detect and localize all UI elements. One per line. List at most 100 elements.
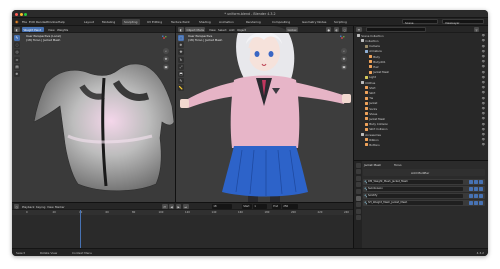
visibility-eye-icon[interactable]: 👁: [482, 81, 485, 84]
workspace-tab-compositing[interactable]: Compositing: [270, 19, 292, 24]
outliner-row[interactable]: Buttons: [365, 143, 380, 148]
visibility-eye-icon[interactable]: 👁: [482, 86, 485, 89]
outliner-row[interactable]: Scene Collection: [357, 34, 384, 39]
object-tab-icon[interactable]: [355, 188, 361, 194]
visibility-eye-icon[interactable]: 👁: [482, 102, 485, 105]
workspace-tab-rendering[interactable]: Rendering: [244, 19, 263, 24]
workspace-tab-geometry-nodes[interactable]: Geometry Nodes: [300, 19, 328, 24]
left-3d-viewport[interactable]: ◧ Weight Paint View Weights User Perspec…: [12, 26, 175, 202]
view-menu[interactable]: View: [48, 28, 55, 32]
filter-icon[interactable]: ⚲: [474, 27, 480, 32]
visibility-eye-icon[interactable]: 👁: [482, 107, 485, 110]
shading-solid-icon[interactable]: ●: [326, 27, 332, 32]
outliner-row[interactable]: Skirt Collision: [365, 127, 387, 132]
tool-tab-icon[interactable]: [355, 162, 361, 168]
timeline-editor[interactable]: ◷ Playback Keying View Marker ⏮ ◀ ▶ ⏭ 18…: [12, 202, 353, 249]
visibility-eye-icon[interactable]: 👁: [482, 65, 485, 68]
visibility-eye-icon[interactable]: 👁: [482, 138, 485, 141]
modifier-name-field[interactable]: SH_Weight_Mesh_Jacket_Mesh: [367, 200, 463, 205]
navigation-gizmo-icon[interactable]: [339, 35, 345, 41]
timeline-editor-type-icon[interactable]: ◷: [14, 204, 20, 209]
viewport-toggle-icon[interactable]: [474, 179, 478, 184]
select-menu[interactable]: Select: [218, 28, 227, 32]
measure-tool-icon[interactable]: 📏: [178, 85, 184, 92]
playback-menu[interactable]: Playback: [22, 205, 34, 209]
outliner-row[interactable]: Shoes: [365, 112, 377, 117]
outliner-row[interactable]: Clothes: [361, 80, 375, 85]
outliner-row[interactable]: Ribbon: [365, 138, 379, 143]
outliner-search-input[interactable]: [366, 27, 426, 32]
workspace-tab-animation[interactable]: Animation: [217, 19, 236, 24]
visibility-eye-icon[interactable]: 👁: [482, 45, 485, 48]
scene-tab-icon[interactable]: [355, 182, 361, 188]
viewport-toggle-icon[interactable]: [474, 193, 478, 198]
jump-start-icon[interactable]: ⏮: [162, 204, 168, 209]
visibility-eye-icon[interactable]: 👁: [482, 39, 485, 42]
modifier-name-field[interactable]: Subdivision: [367, 186, 463, 191]
visibility-eye-icon[interactable]: 👁: [482, 117, 485, 120]
outliner-row[interactable]: Socks: [365, 106, 377, 111]
average-tool-icon[interactable]: ◎: [14, 49, 20, 56]
smear-tool-icon[interactable]: ≈: [14, 56, 20, 63]
visibility-eye-icon[interactable]: 👁: [482, 112, 485, 115]
keying-menu[interactable]: Keying: [36, 205, 45, 209]
view-menu[interactable]: View: [47, 205, 54, 209]
edit-mode-toggle-icon[interactable]: [479, 186, 483, 191]
workspace-tab-texture-paint[interactable]: Texture Paint: [169, 19, 192, 24]
render-toggle-icon[interactable]: [469, 186, 473, 191]
viewport-toggle-icon[interactable]: [474, 200, 478, 205]
navigation-gizmo-icon[interactable]: [161, 35, 167, 41]
transform-orientation[interactable]: Global: [286, 27, 298, 32]
cursor-tool-icon[interactable]: ⊕: [178, 42, 184, 49]
render-toggle-icon[interactable]: [469, 179, 473, 184]
visibility-eye-icon[interactable]: 👁: [482, 143, 485, 146]
outliner-row[interactable]: Accessories: [361, 132, 381, 137]
material-tab-icon[interactable]: [355, 215, 361, 221]
workspace-tab-modeling[interactable]: Modeling: [100, 19, 117, 24]
start-frame-field[interactable]: 1: [253, 204, 267, 209]
visibility-eye-icon[interactable]: 👁: [482, 50, 485, 53]
transform-tool-icon[interactable]: ⬒: [178, 70, 184, 77]
timeline-ruler[interactable]: 020406080100120140160180200220240: [12, 209, 353, 215]
viewport-toggle-icon[interactable]: [474, 186, 478, 191]
outliner-row[interactable]: Light: [365, 75, 376, 80]
add-menu[interactable]: Add: [229, 28, 234, 32]
modifier-tab-icon[interactable]: [355, 195, 361, 201]
outliner-row[interactable]: Skirt: [365, 91, 375, 96]
blender-logo-icon[interactable]: ◉: [15, 19, 19, 24]
current-frame-field[interactable]: 18: [212, 204, 232, 209]
workspace-tab-sculpting[interactable]: Sculpting: [122, 19, 140, 25]
outliner-row[interactable]: Hair: [369, 65, 379, 70]
visibility-eye-icon[interactable]: 👁: [482, 97, 485, 100]
modifier-name-field[interactable]: Solidify: [367, 193, 463, 198]
outliner-row[interactable]: Jacket Mesh: [365, 117, 385, 122]
object-mode-selector[interactable]: Object Mode: [185, 27, 205, 32]
pan-view-icon[interactable]: ✥: [341, 56, 347, 62]
workspace-tab-uv-editing[interactable]: UV Editing: [145, 19, 164, 24]
menu-edit[interactable]: Edit: [29, 20, 35, 24]
visibility-eye-icon[interactable]: 👁: [482, 71, 485, 74]
end-frame-field[interactable]: 250: [282, 204, 298, 209]
weights-menu[interactable]: Weights: [57, 28, 68, 32]
render-toggle-icon[interactable]: [469, 200, 473, 205]
editor-type-button[interactable]: ◧: [14, 27, 20, 32]
playhead[interactable]: [80, 209, 81, 249]
outliner-row[interactable]: Camera: [365, 44, 380, 49]
zoom-view-icon[interactable]: ⌕: [341, 48, 347, 54]
view-menu[interactable]: View: [209, 28, 216, 32]
menu-window[interactable]: Window: [46, 20, 58, 24]
outliner-row[interactable]: Tie: [365, 96, 373, 101]
outliner-editor-type-icon[interactable]: ☰: [356, 27, 362, 32]
outliner-row[interactable]: Armature: [365, 49, 382, 54]
add-modifier-button[interactable]: Add Modifier: [411, 171, 429, 175]
visibility-eye-icon[interactable]: 👁: [482, 55, 485, 58]
output-tab-icon[interactable]: [355, 175, 361, 181]
add-modifier-panel[interactable]: Add Modifier: [363, 169, 485, 176]
pan-view-icon[interactable]: ✥: [163, 56, 169, 62]
play-reverse-icon[interactable]: ◀: [169, 204, 175, 209]
right-3d-viewport[interactable]: ◧ Object Mode View Select Add Object Glo…: [176, 26, 353, 202]
workspace-tab-scripting[interactable]: Scripting: [332, 19, 349, 24]
visibility-eye-icon[interactable]: 👁: [482, 76, 485, 79]
menu-file[interactable]: File: [22, 20, 27, 24]
modifier-row[interactable]: 🔧 Subdivision: [363, 186, 485, 192]
